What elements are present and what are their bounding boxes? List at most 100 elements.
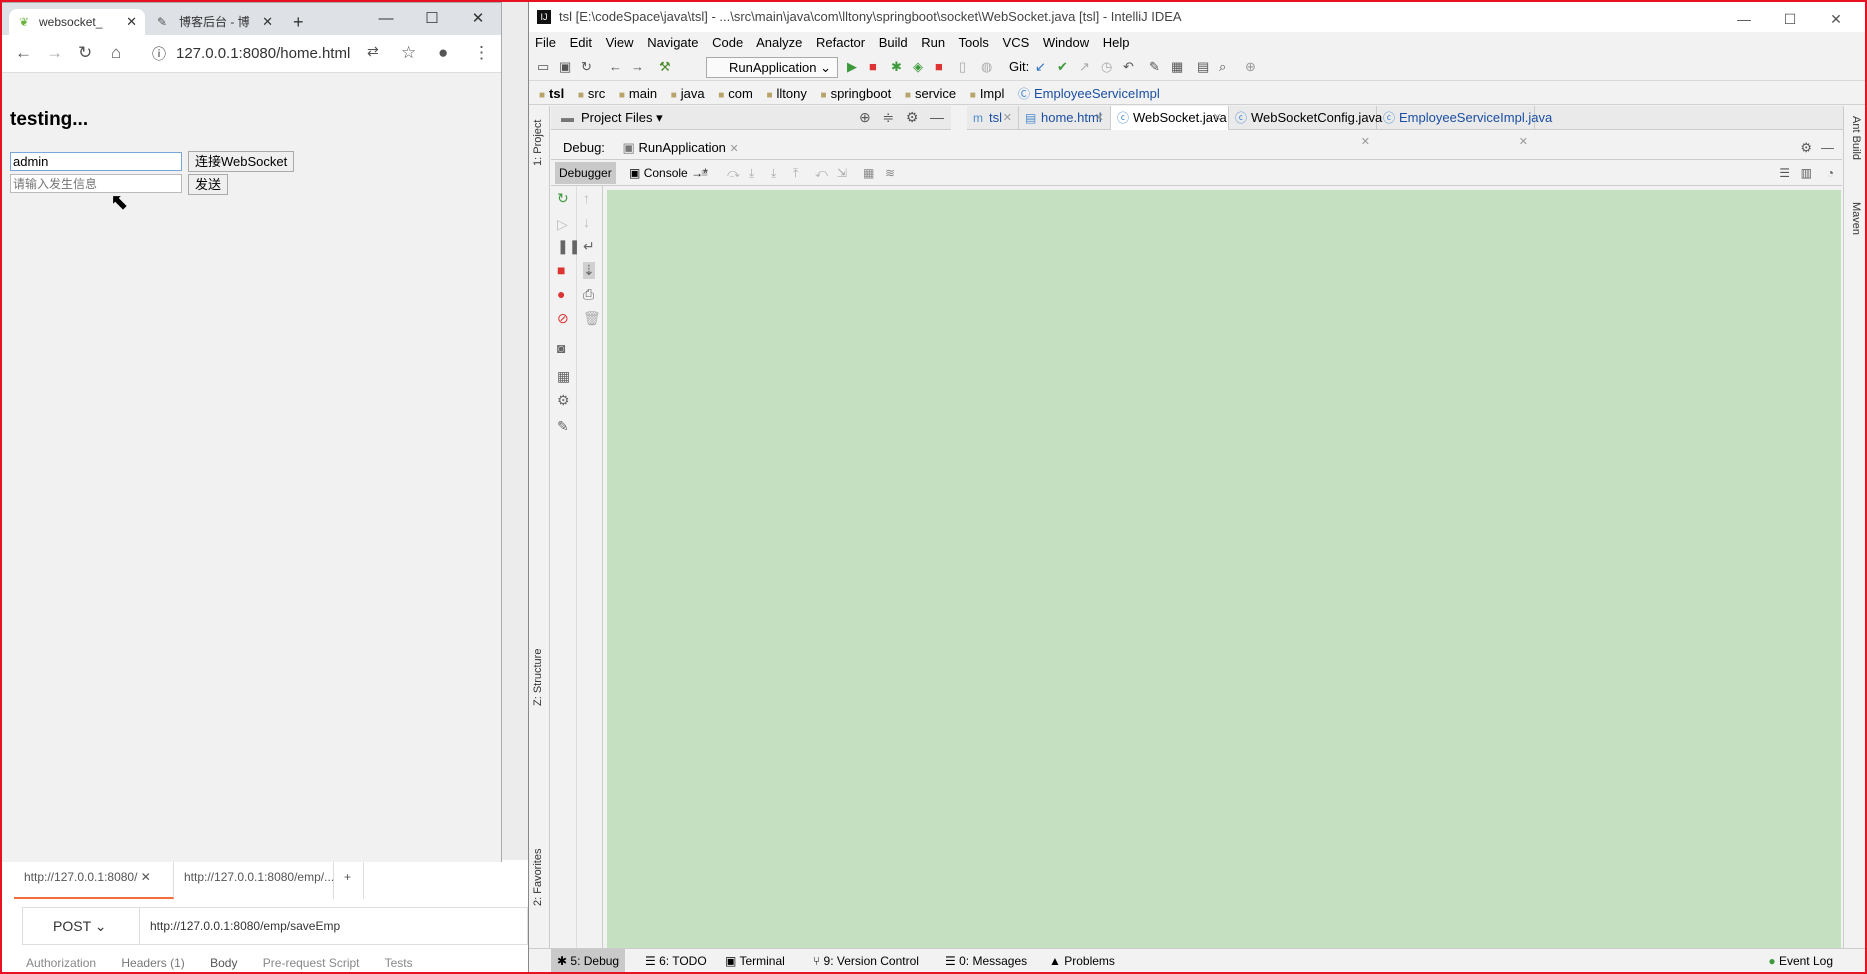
minimize-icon[interactable]: — [1721, 4, 1767, 34]
down-icon[interactable]: ↓ [583, 214, 590, 230]
subtab-tests[interactable]: Tests [385, 956, 413, 970]
account-icon[interactable]: ● [438, 43, 448, 63]
camera-icon[interactable]: ◙ [557, 340, 565, 356]
close-icon[interactable]: ✕ [1213, 106, 1222, 130]
search-icon[interactable]: ⌕ [1219, 59, 1226, 75]
home-icon[interactable]: ⌂ [111, 43, 121, 63]
git-update-icon[interactable]: ↙ [1035, 59, 1046, 75]
subtab-headers[interactable]: Headers (1) [121, 956, 184, 970]
menu-tools[interactable]: Tools [959, 35, 989, 50]
restore-layout-icon[interactable]: ▥ [1801, 160, 1812, 186]
build-hammer-icon[interactable]: ⚒ [659, 59, 671, 75]
forward-icon[interactable]: → [46, 43, 63, 63]
menu-code[interactable]: Code [712, 35, 743, 50]
breadcrumb-item[interactable]: service [905, 86, 956, 101]
menu-file[interactable]: File [535, 35, 556, 50]
mute-breakpoints-icon[interactable]: ⊘ [557, 310, 569, 327]
breadcrumb-item[interactable]: java [671, 86, 705, 101]
breadcrumb-item[interactable]: springboot [821, 86, 892, 101]
run-icon[interactable]: ▶ [847, 59, 857, 75]
new-tab-icon[interactable]: + [285, 9, 315, 35]
layout-icon[interactable]: ☰ [1779, 160, 1790, 186]
drop-frame-icon[interactable]: ⤺ [815, 160, 828, 186]
subtab-body[interactable]: Body [210, 956, 237, 970]
close-icon[interactable]: ✕ [730, 143, 739, 155]
tool-structure[interactable]: Z: Structure [532, 649, 544, 706]
close-icon[interactable]: ✕ [1813, 4, 1859, 34]
menu-navigate[interactable]: Navigate [647, 35, 698, 50]
menu-build[interactable]: Build [879, 35, 908, 50]
trace-icon[interactable]: ≋ [885, 160, 895, 186]
force-step-into-icon[interactable]: ⤓ [771, 160, 776, 186]
breadcrumb-item[interactable]: Impl [970, 86, 1005, 101]
menu-vcs[interactable]: VCS [1003, 35, 1030, 50]
tool-project[interactable]: 1: Project [532, 120, 544, 166]
menu-analyze[interactable]: Analyze [756, 35, 802, 50]
menu-run[interactable]: Run [921, 35, 945, 50]
locate-icon[interactable]: ⊕ [859, 109, 871, 125]
menu-refactor[interactable]: Refactor [816, 35, 865, 50]
status-messages[interactable]: ☰ 0: Messages [945, 949, 1027, 973]
subtab-authorization[interactable]: Authorization [26, 956, 96, 970]
attach-icon[interactable]: ◍ [981, 59, 992, 75]
step-out-icon[interactable]: ⤒ [793, 160, 798, 186]
git-commit-icon[interactable]: ✔ [1057, 59, 1068, 75]
hide-icon[interactable]: — [1821, 136, 1834, 160]
info-icon[interactable]: ⓘ [152, 41, 166, 67]
browser-tab-blog[interactable]: ✎ 博客后台 - 博 ✕ [149, 9, 281, 35]
status-problems[interactable]: ▲ Problems [1049, 949, 1115, 973]
tab-console[interactable]: ▣ Console →* [625, 162, 712, 184]
status-version-control[interactable]: ⑂ 9: Version Control [813, 949, 919, 973]
breadcrumb-item[interactable]: src [578, 86, 605, 101]
connect-websocket-button[interactable]: 连接WebSocket [188, 151, 295, 172]
maximize-icon[interactable]: ☐ [1767, 4, 1813, 34]
translate-icon[interactable]: ⇄ [367, 43, 379, 60]
pin-icon[interactable]: ✎ [557, 418, 569, 435]
username-input[interactable] [10, 152, 182, 171]
close-icon[interactable]: ✕ [1095, 106, 1104, 130]
git-push-icon[interactable]: ↗ [1079, 59, 1090, 75]
address-bar[interactable]: ⓘ 127.0.0.1:8080/home.html [146, 41, 366, 67]
run-to-cursor-icon[interactable]: ⇲ [837, 160, 847, 186]
tool-maven[interactable]: Maven [1850, 202, 1862, 235]
debug-icon[interactable]: ✱ [891, 59, 902, 75]
breadcrumb-item[interactable]: tsl [539, 86, 564, 101]
globe-icon[interactable]: ⊕ [1245, 59, 1256, 75]
settings-icon[interactable]: ⚙ [557, 392, 570, 409]
breadcrumb-item[interactable]: lltony [766, 86, 806, 101]
tab-websocket-java[interactable]: ⓒ WebSocket.java ✕ [1111, 106, 1229, 130]
maximize-icon[interactable]: ☐ [409, 3, 455, 35]
stop-all-icon[interactable]: ■ [935, 59, 943, 74]
tool-favorites[interactable]: 2: Favorites [532, 849, 544, 906]
view-breakpoints-icon[interactable]: ● [557, 286, 565, 302]
scroll-to-end-icon[interactable]: ⇣ [583, 262, 595, 279]
status-event-log[interactable]: ● Event Log [1768, 949, 1833, 973]
print-icon[interactable]: ⎙ [583, 286, 594, 303]
gear-icon[interactable]: ⚙ [1800, 136, 1812, 160]
coverage-icon[interactable]: ◈ [913, 59, 923, 75]
request-url-input[interactable]: http://127.0.0.1:8080/emp/saveEmp [140, 907, 528, 945]
clear-icon[interactable]: 🗑 [583, 310, 601, 327]
history-icon[interactable]: ◷ [1101, 59, 1112, 75]
tab-tsl[interactable]: m tsl ✕ [967, 106, 1019, 130]
breadcrumb-item[interactable]: main [619, 86, 657, 101]
sync-icon[interactable]: ↻ [581, 59, 592, 75]
more-menu-icon[interactable]: ⋮ [473, 43, 490, 63]
layout-icon[interactable]: ▦ [557, 368, 570, 385]
resume-icon[interactable]: ▷ [557, 216, 568, 233]
bookmark-star-icon[interactable]: ☆ [401, 43, 416, 63]
reload-icon[interactable]: ↻ [78, 43, 92, 63]
close-icon[interactable]: ✕ [141, 870, 151, 884]
settings-wrench-icon[interactable]: ✎ [1149, 59, 1160, 75]
collapse-icon[interactable]: ≑ [882, 109, 894, 125]
project-structure-icon[interactable]: ▦ [1171, 59, 1183, 75]
tool-ant-build[interactable]: Ant Build [1850, 116, 1862, 160]
tab-websocketconfig-java[interactable]: ⓒ WebSocketConfig.java ✕ [1229, 106, 1382, 148]
status-todo[interactable]: ☰ 6: TODO [645, 949, 707, 973]
subtab-prerequest[interactable]: Pre-request Script [263, 956, 360, 970]
rerun-icon[interactable]: ↻ [557, 190, 569, 207]
step-over-icon[interactable]: ⤼ [727, 160, 740, 186]
deploy-icon[interactable]: ▯ [959, 59, 966, 75]
close-icon[interactable]: ✕ [1003, 106, 1012, 130]
open-icon[interactable]: ▭ [537, 59, 549, 75]
